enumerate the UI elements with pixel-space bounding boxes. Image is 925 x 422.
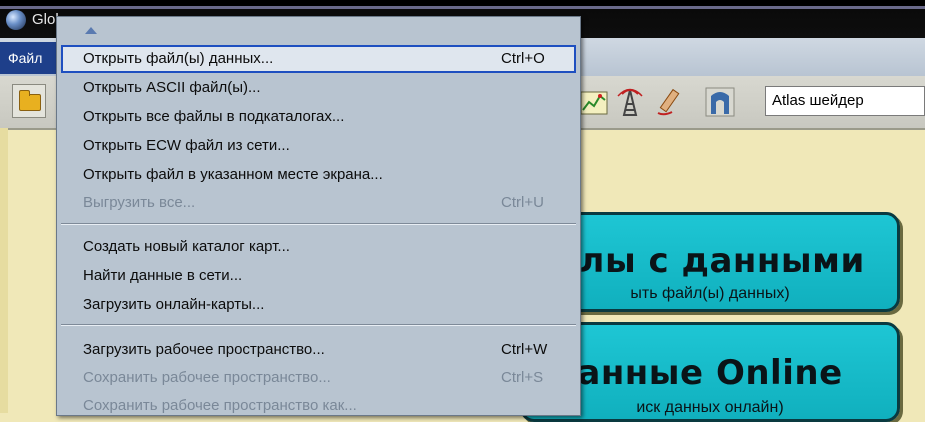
menu-item-label: Выгрузить все...	[83, 194, 196, 211]
menu-item-load-workspace[interactable]: Загрузить рабочее пространство... Ctrl+W	[61, 336, 576, 364]
menu-item-label: Открыть файл в указанном месте экрана...	[83, 166, 383, 183]
title-bar-edge	[0, 6, 925, 9]
menu-item-label: Загрузить рабочее пространство...	[83, 341, 325, 358]
menu-item-label: Открыть файл(ы) данных...	[83, 50, 274, 67]
pen-icon[interactable]	[652, 86, 684, 118]
menu-item-label: Сохранить рабочее пространство как...	[83, 397, 357, 414]
tower-icon[interactable]	[614, 86, 646, 118]
folder-icon	[19, 90, 41, 111]
file-dropdown-menu: Открыть файл(ы) данных... Ctrl+O Открыть…	[56, 16, 581, 416]
menu-item-label: Открыть ECW файл из сети...	[83, 137, 290, 154]
menu-separator	[61, 223, 576, 225]
menu-item-label: Найти данные в сети...	[83, 267, 243, 284]
menu-item-shortcut: Ctrl+S	[501, 369, 544, 386]
menu-item-find-data-online[interactable]: Найти данные в сети...	[61, 262, 576, 290]
menu-item-save-workspace[interactable]: Сохранить рабочее пространство... Ctrl+S	[61, 364, 576, 392]
menu-file[interactable]: Файл	[0, 42, 58, 74]
menu-item-label: Сохранить рабочее пространство...	[83, 369, 331, 386]
menu-item-save-workspace-as[interactable]: Сохранить рабочее пространство как...	[61, 392, 576, 420]
menu-item-load-online-maps[interactable]: Загрузить онлайн-карты...	[61, 291, 576, 319]
menu-item-open-ecw[interactable]: Открыть ECW файл из сети...	[61, 132, 576, 160]
arch-icon[interactable]	[704, 86, 736, 118]
menu-item-shortcut: Ctrl+U	[501, 194, 544, 211]
left-panel-edge	[0, 128, 8, 413]
menu-item-label: Загрузить онлайн-карты...	[83, 296, 265, 313]
menu-item-unload-all[interactable]: Выгрузить все... Ctrl+U	[61, 189, 576, 217]
open-file-button[interactable]	[12, 84, 46, 118]
search-input[interactable]: Atlas шейдер	[765, 86, 925, 116]
menu-item-open-subfolders[interactable]: Открыть все файлы в подкаталогах...	[61, 103, 576, 131]
scroll-up-arrow-icon[interactable]	[85, 27, 97, 34]
menu-item-open-ascii[interactable]: Открыть ASCII файл(ы)...	[61, 74, 576, 102]
menu-item-open-data-files[interactable]: Открыть файл(ы) данных... Ctrl+O	[61, 45, 576, 73]
menu-item-label: Создать новый каталог карт...	[83, 238, 290, 255]
menu-item-shortcut: Ctrl+O	[501, 50, 545, 67]
menu-item-label: Открыть ASCII файл(ы)...	[83, 79, 261, 96]
menu-item-open-at-location[interactable]: Открыть файл в указанном месте экрана...	[61, 161, 576, 189]
menu-separator	[61, 324, 576, 326]
chart-icon[interactable]	[578, 86, 610, 118]
menu-item-shortcut: Ctrl+W	[501, 341, 548, 358]
globe-icon	[6, 10, 26, 30]
menu-item-label: Открыть все файлы в подкаталогах...	[83, 108, 345, 125]
menu-item-create-catalog[interactable]: Создать новый каталог карт...	[61, 233, 576, 261]
